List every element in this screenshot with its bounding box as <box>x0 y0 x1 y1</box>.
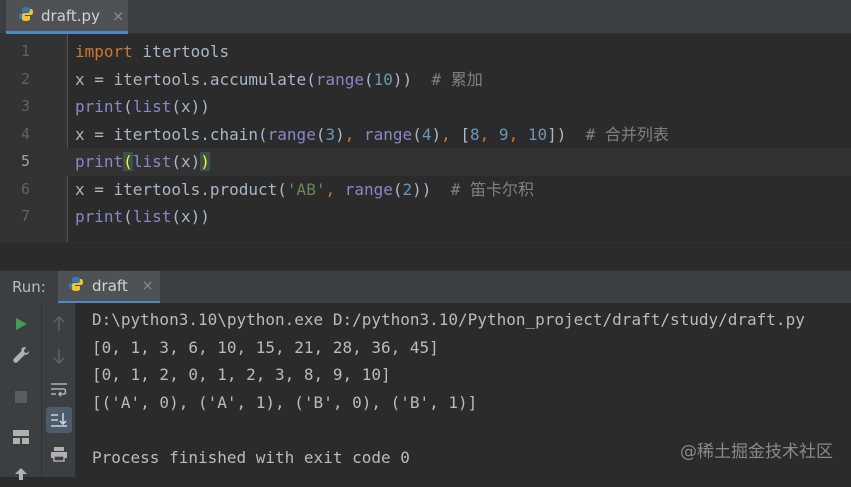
layout-icon[interactable] <box>8 424 34 450</box>
run-tab-draft[interactable]: draft × <box>58 271 160 304</box>
code-text: import itertools <box>75 38 229 66</box>
code-line[interactable]: 6 x = itertools.product('AB', range(2)) #… <box>0 176 851 204</box>
arrow-up-icon[interactable] <box>46 311 72 337</box>
line-number: 2 <box>20 69 30 88</box>
code-token: print <box>75 152 124 171</box>
line-number: 5 <box>20 152 30 170</box>
line-number: 7 <box>20 207 30 225</box>
code-line[interactable]: 3 print(list(x)) <box>0 93 851 121</box>
close-tab-icon[interactable]: × <box>112 7 125 25</box>
code-token: ) <box>335 124 345 144</box>
code-token: 3 <box>325 124 336 144</box>
stop-icon[interactable] <box>8 384 34 410</box>
console-line: [0, 1, 2, 0, 1, 2, 3, 8, 9, 10] <box>92 365 391 384</box>
editor-bottom-area <box>0 242 851 271</box>
line-number: 6 <box>20 179 30 198</box>
console-line: Process finished with exit code 0 <box>92 448 410 467</box>
code-token: 10 <box>527 124 548 144</box>
run-icon[interactable] <box>8 311 34 337</box>
code-token: [ <box>460 124 471 144</box>
code-token: ( <box>392 179 403 199</box>
code-token: ( <box>123 207 133 226</box>
arrow-down-icon[interactable] <box>46 343 72 369</box>
code-text: x = itertools.accumulate(range(10)) # 累加 <box>75 66 483 94</box>
code-token: 10 <box>373 69 393 89</box>
code-token: itertools <box>132 42 230 61</box>
code-token: 9 <box>498 124 509 144</box>
code-text: print(list(x)) <box>75 203 210 231</box>
code-editor[interactable]: 1 import itertools 2 x = itertools.accumula… <box>0 34 851 242</box>
code-token: 2 <box>402 179 413 199</box>
code-token: range <box>267 124 316 144</box>
code-token: x = itertools.chain( <box>75 124 268 144</box>
code-token: (x)) <box>171 97 210 116</box>
code-token: # 笛卡尔积 <box>450 179 534 199</box>
run-left-toolbar <box>0 303 42 480</box>
close-run-tab-icon[interactable]: × <box>142 278 154 294</box>
code-line[interactable]: 7 print(list(x)) <box>0 203 851 231</box>
code-token: , <box>344 124 365 144</box>
soft-wrap-icon[interactable] <box>46 376 72 402</box>
code-text: print(list(x)) <box>75 93 210 121</box>
code-token: # 合并列表 <box>585 124 669 144</box>
pin-icon[interactable] <box>8 461 34 487</box>
wrench-icon[interactable] <box>8 342 34 368</box>
code-text: print(list(x)) <box>75 148 210 176</box>
code-line[interactable]: 4 x = itertools.chain(range(3), range(4),… <box>0 121 851 149</box>
code-line[interactable]: 2 x = itertools.accumulate(range(10)) # 累… <box>0 66 851 94</box>
code-token: (x) <box>171 152 201 171</box>
code-token: list <box>132 152 172 171</box>
code-token: 8 <box>470 124 480 144</box>
code-token: ( <box>123 97 133 116</box>
scroll-to-end-icon[interactable] <box>46 407 72 433</box>
tab-draft-py[interactable]: draft.py × <box>6 0 128 34</box>
line-number: 3 <box>20 97 30 115</box>
watermark: @稀土掘金技术社区 <box>680 442 833 462</box>
code-line[interactable]: 1 import itertools <box>0 38 851 66</box>
code-text: x = itertools.product('AB', range(2)) # … <box>75 176 534 204</box>
code-token: range <box>364 124 413 144</box>
code-token: (x)) <box>171 207 210 226</box>
code-token: , <box>441 124 461 144</box>
code-token: range <box>315 69 364 89</box>
run-secondary-toolbar <box>42 303 76 477</box>
console-line: D:\python3.10\python.exe D:/python3.10/P… <box>92 310 805 329</box>
run-label: Run: <box>12 278 46 296</box>
code-token: )) <box>412 179 451 199</box>
code-token: range <box>344 179 393 199</box>
line-number: 4 <box>20 124 30 143</box>
code-token: , <box>325 179 345 199</box>
run-tool-window-header: Run: draft × <box>0 270 851 304</box>
code-token: list <box>132 207 172 226</box>
code-token: list <box>132 97 172 116</box>
code-token: , <box>479 124 499 144</box>
code-token: import <box>75 42 133 61</box>
code-token: x = itertools.accumulate( <box>75 69 316 89</box>
code-token: ( <box>412 124 422 144</box>
run-tab-label: draft <box>92 277 128 295</box>
print-icon[interactable] <box>46 441 72 467</box>
code-token: ) <box>431 124 442 144</box>
python-file-icon <box>68 276 84 296</box>
editor-tab-bar: draft.py × <box>0 0 851 34</box>
code-token: , <box>508 124 528 144</box>
console-line: [('A', 0), ('A', 1), ('B', 0), ('B', 1)] <box>92 393 478 412</box>
code-line[interactable]: 5 print(list(x)) <box>0 148 851 176</box>
code-token: print <box>75 97 124 116</box>
code-token: ( <box>364 69 374 89</box>
tab-label: draft.py <box>41 6 100 25</box>
line-number: 1 <box>20 42 30 60</box>
code-token: ]) <box>547 124 586 144</box>
code-token: print <box>75 207 124 226</box>
console-line: [0, 1, 3, 6, 10, 15, 21, 28, 36, 45] <box>92 338 439 357</box>
code-token: 'AB' <box>286 179 326 199</box>
code-token: ) <box>200 152 210 171</box>
code-token: ( <box>123 152 133 171</box>
code-token: )) <box>392 69 432 89</box>
code-token: x = itertools.product( <box>75 179 287 199</box>
code-token: # 累加 <box>431 69 483 89</box>
code-text: x = itertools.chain(range(3), range(4), … <box>75 121 669 149</box>
python-file-icon <box>18 6 34 26</box>
